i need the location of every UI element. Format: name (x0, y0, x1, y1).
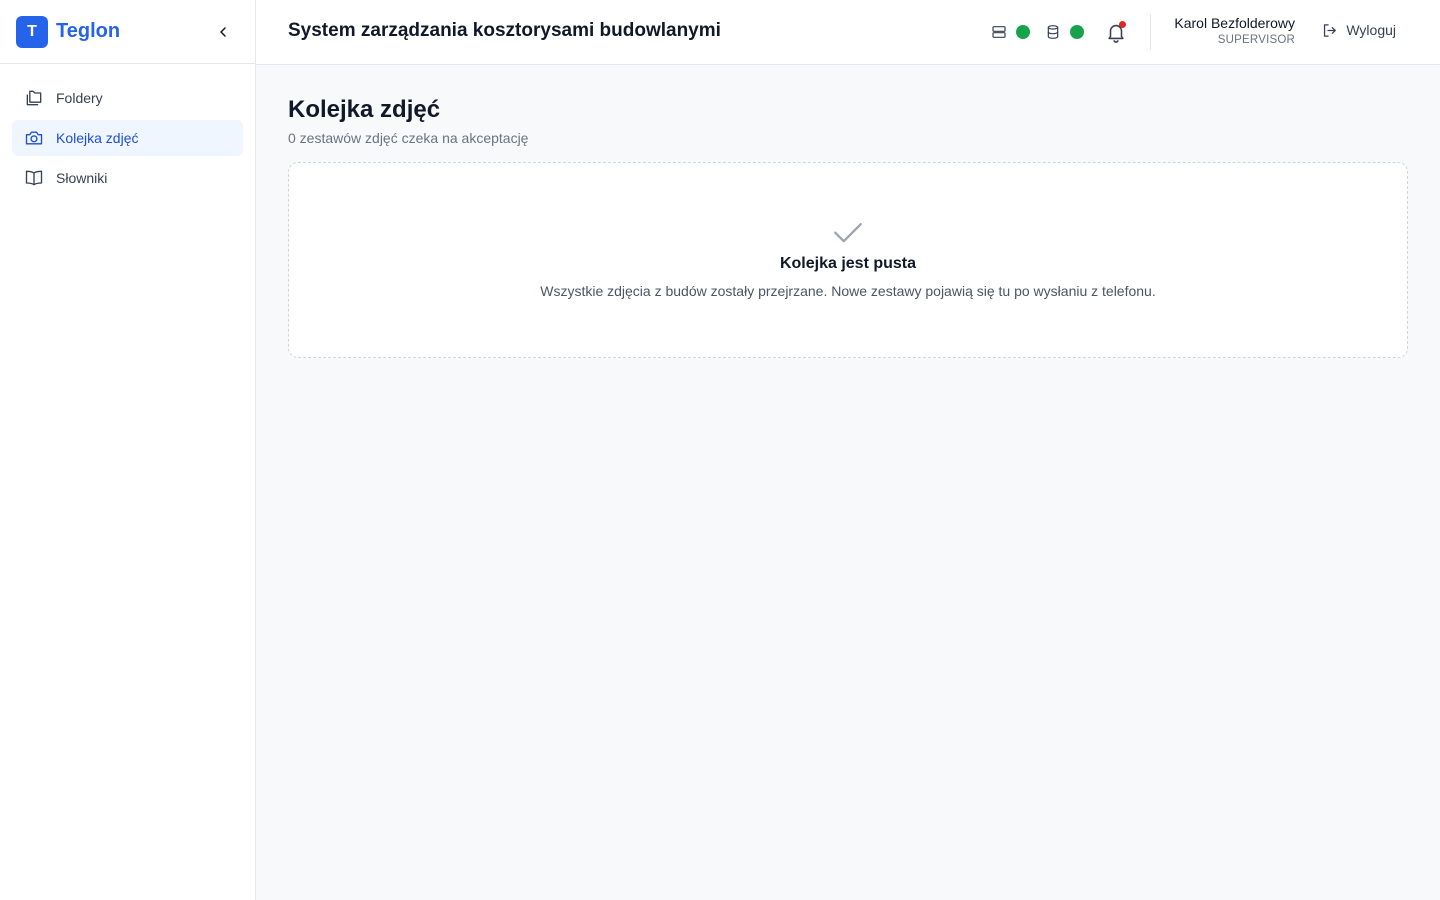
sidebar-item-foldery[interactable]: Foldery (12, 80, 243, 116)
user-info: Karol Bezfolderowy SUPERVISOR (1174, 15, 1295, 46)
sidebar-item-label: Kolejka zdjęć (56, 130, 139, 146)
sidebar-nav: Foldery Kolejka zdjęć Słowniki (0, 64, 255, 216)
sidebar-header: T Teglon (0, 0, 255, 64)
sidebar-item-kolejka-zdjec[interactable]: Kolejka zdjęć (12, 120, 243, 156)
page-title: Kolejka zdjęć (288, 96, 441, 123)
camera-icon (24, 128, 44, 148)
logout-icon (1321, 21, 1339, 39)
app-title: System zarządzania kosztorysami budowlan… (288, 20, 721, 41)
server-status-dot (1016, 25, 1030, 39)
empty-state-description: Wszystkie zdjęcia z budów zostały przejr… (540, 283, 1156, 299)
user-name: Karol Bezfolderowy (1174, 15, 1295, 31)
empty-state-card: Kolejka jest pusta Wszystkie zdjęcia z b… (288, 162, 1408, 358)
notifications-button[interactable] (1105, 21, 1127, 43)
app-root: T Teglon Foldery Kolejka zdjęć Słowniki … (0, 0, 1440, 900)
sidebar-item-label: Słowniki (56, 170, 108, 186)
logout-label: Wyloguj (1346, 22, 1396, 38)
user-role: SUPERVISOR (1217, 34, 1295, 46)
header-divider (1150, 14, 1151, 50)
logout-button[interactable]: Wyloguj (1321, 21, 1396, 39)
notification-badge (1119, 21, 1126, 28)
main-content: Kolejka zdjęć 0 zestawów zdjęć czeka na … (288, 96, 1408, 358)
sidebar-item-label: Foldery (56, 90, 103, 106)
collapse-sidebar-button[interactable] (211, 20, 235, 44)
system-status (990, 21, 1084, 43)
folders-icon (24, 88, 44, 108)
empty-state-title: Kolejka jest pusta (779, 255, 917, 272)
sidebar-item-slowniki[interactable]: Słowniki (12, 160, 243, 196)
database-status-dot (1070, 25, 1084, 39)
server-icon (990, 21, 1008, 43)
brand-name[interactable]: Teglon (56, 20, 120, 43)
chevron-left-icon (220, 27, 226, 37)
database-icon (1044, 21, 1062, 43)
book-icon (24, 168, 44, 188)
top-bar: System zarządzania kosztorysami budowlan… (256, 0, 1440, 65)
sidebar: T Teglon Foldery Kolejka zdjęć Słowniki (0, 0, 256, 900)
page-subtitle: 0 zestawów zdjęć czeka na akceptację (288, 130, 529, 146)
check-icon (831, 215, 865, 249)
logo-badge[interactable]: T (16, 15, 48, 48)
